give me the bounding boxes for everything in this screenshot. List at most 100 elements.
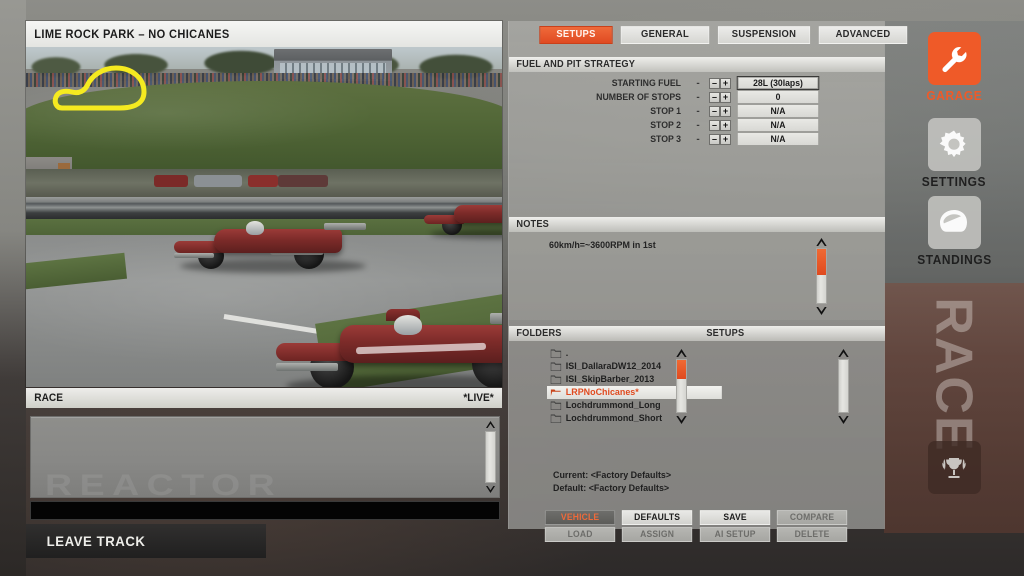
decrement-button[interactable]: – <box>709 119 720 131</box>
list-item[interactable]: ISI_DallaraDW12_2014 <box>547 360 714 373</box>
row-dash: - <box>696 119 700 131</box>
increment-button[interactable]: + <box>720 119 731 131</box>
scroll-down-icon[interactable] <box>815 305 828 316</box>
folder-list[interactable]: . ISI_DallaraDW12_2014 ISI_SkipBarber_20… <box>547 347 725 425</box>
folder-label: LRPNoChicanes* <box>565 387 639 398</box>
gear-icon <box>927 118 981 171</box>
assign-button[interactable]: ASSIGN <box>622 527 693 542</box>
row-starting-fuel: STARTING FUEL - – + 28L (30laps) <box>509 76 885 90</box>
decrement-button[interactable]: – <box>709 105 720 117</box>
row-value[interactable]: N/A <box>736 104 820 118</box>
current-setup-label: Current: <Factory Defaults> <box>553 470 672 481</box>
scroll-thumb[interactable] <box>677 360 686 379</box>
row-label: STOP 3 <box>650 133 681 145</box>
row-label: STOP 2 <box>650 119 681 131</box>
folder-label: ISI_SkipBarber_2013 <box>565 374 655 385</box>
notes-body[interactable]: 60km/h=~3600RPM in 1st <box>509 232 885 320</box>
folders-body: . ISI_DallaraDW12_2014 ISI_SkipBarber_20… <box>509 343 885 453</box>
list-item[interactable]: Lochdrummond_Long <box>547 399 714 412</box>
scroll-trough[interactable] <box>838 359 849 413</box>
row-stop-2: STOP 2 - – + N/A <box>509 118 885 132</box>
folder-icon <box>550 401 562 411</box>
notes-scrollbar[interactable] <box>815 236 828 316</box>
setups-section-title: SETUPS <box>706 328 745 339</box>
row-steppers: – + <box>709 133 731 145</box>
folders-scrollbar[interactable] <box>675 347 688 425</box>
row-steppers: – + <box>709 119 731 131</box>
default-setup-label: Default: <Factory Defaults> <box>553 483 670 494</box>
nav-item-standings[interactable]: STANDINGS <box>884 196 1024 267</box>
track-title-bar: LIME ROCK PARK – NO CHICANES <box>26 21 502 47</box>
track-name: LIME ROCK PARK – NO CHICANES <box>34 27 230 41</box>
tab-setups[interactable]: SETUPS <box>539 26 613 44</box>
compare-button[interactable]: COMPARE <box>776 510 848 525</box>
race-car-player <box>276 309 502 387</box>
folder-label: Lochdrummond_Long <box>565 400 661 411</box>
leave-track-button[interactable]: LEAVE TRACK <box>26 524 266 558</box>
tab-suspension[interactable]: SUSPENSION <box>717 26 811 44</box>
chat-input[interactable] <box>30 501 500 520</box>
parked-car <box>154 175 188 187</box>
list-item[interactable]: . <box>547 347 714 360</box>
background-left-edge <box>0 0 26 576</box>
increment-button[interactable]: + <box>720 133 731 145</box>
decrement-button[interactable]: – <box>709 133 720 145</box>
scroll-up-icon[interactable] <box>837 347 850 358</box>
increment-button[interactable]: + <box>720 77 731 89</box>
list-item-selected[interactable]: LRPNoChicanes* <box>547 386 722 399</box>
nav-item-race[interactable] <box>884 441 1024 494</box>
scroll-down-icon[interactable] <box>837 414 850 425</box>
scroll-down-icon[interactable] <box>484 484 497 495</box>
tab-general[interactable]: GENERAL <box>620 26 710 44</box>
increment-button[interactable]: + <box>720 105 731 117</box>
setups-scrollbar[interactable] <box>837 347 850 425</box>
parked-car <box>194 175 242 187</box>
fuel-rows: STARTING FUEL - – + 28L (30laps) NUMBER … <box>509 76 885 147</box>
increment-button[interactable]: + <box>720 91 731 103</box>
message-scrollbar[interactable] <box>484 419 497 495</box>
scroll-up-icon[interactable] <box>484 419 497 430</box>
scroll-up-icon[interactable] <box>675 347 688 358</box>
nav-rail: GARAGE SETTINGS STANDINGS RACE <box>884 0 1024 576</box>
tab-advanced[interactable]: ADVANCED <box>818 26 908 44</box>
message-panel[interactable]: REACTOR <box>30 416 500 502</box>
folder-label: ISI_DallaraDW12_2014 <box>565 361 662 372</box>
load-button[interactable]: LOAD <box>544 527 616 542</box>
list-item[interactable]: Lochdrummond_Short <box>547 412 714 425</box>
save-button[interactable]: SAVE <box>699 510 770 525</box>
decrement-button[interactable]: – <box>709 77 720 89</box>
defaults-button[interactable]: DEFAULTS <box>622 510 693 525</box>
scroll-thumb[interactable] <box>817 249 826 275</box>
ai-setup-button[interactable]: AI SETUP <box>699 527 770 542</box>
scroll-trough[interactable] <box>676 359 687 413</box>
setup-meta: Current: <Factory Defaults> Default: <Fa… <box>553 469 671 495</box>
notes-section-title: NOTES <box>516 219 549 230</box>
leave-track-label: LEAVE TRACK <box>46 533 146 549</box>
nav-item-settings[interactable]: SETTINGS <box>884 118 1024 189</box>
notes-section-header: NOTES <box>509 217 885 232</box>
scroll-trough[interactable] <box>485 431 496 483</box>
list-item[interactable]: ISI_SkipBarber_2013 <box>547 373 714 386</box>
scroll-down-icon[interactable] <box>675 414 688 425</box>
vehicle-button[interactable]: VEHICLE <box>544 510 616 525</box>
row-value[interactable]: 28L (30laps) <box>736 76 820 90</box>
track-minimap <box>44 58 160 120</box>
row-steppers: – + <box>709 77 731 89</box>
row-value[interactable]: N/A <box>736 118 820 132</box>
scroll-trough[interactable] <box>816 248 827 304</box>
nav-label-standings: STANDINGS <box>916 252 992 267</box>
parked-vehicles <box>26 171 502 191</box>
row-stop-1: STOP 1 - – + N/A <box>509 104 885 118</box>
row-value[interactable]: N/A <box>736 132 820 146</box>
row-dash: - <box>696 133 700 145</box>
delete-button[interactable]: DELETE <box>776 527 848 542</box>
fuel-section-header: FUEL AND PIT STRATEGY <box>509 57 885 72</box>
row-value[interactable]: 0 <box>736 90 820 104</box>
decrement-button[interactable]: – <box>709 91 720 103</box>
row-number-of-stops: NUMBER OF STOPS - – + 0 <box>509 90 885 104</box>
folder-icon <box>550 349 562 359</box>
scroll-up-icon[interactable] <box>815 236 828 247</box>
race-section-label: RACE <box>884 297 1024 452</box>
row-label: STOP 1 <box>650 105 681 117</box>
track-minimap-shape <box>52 65 147 111</box>
